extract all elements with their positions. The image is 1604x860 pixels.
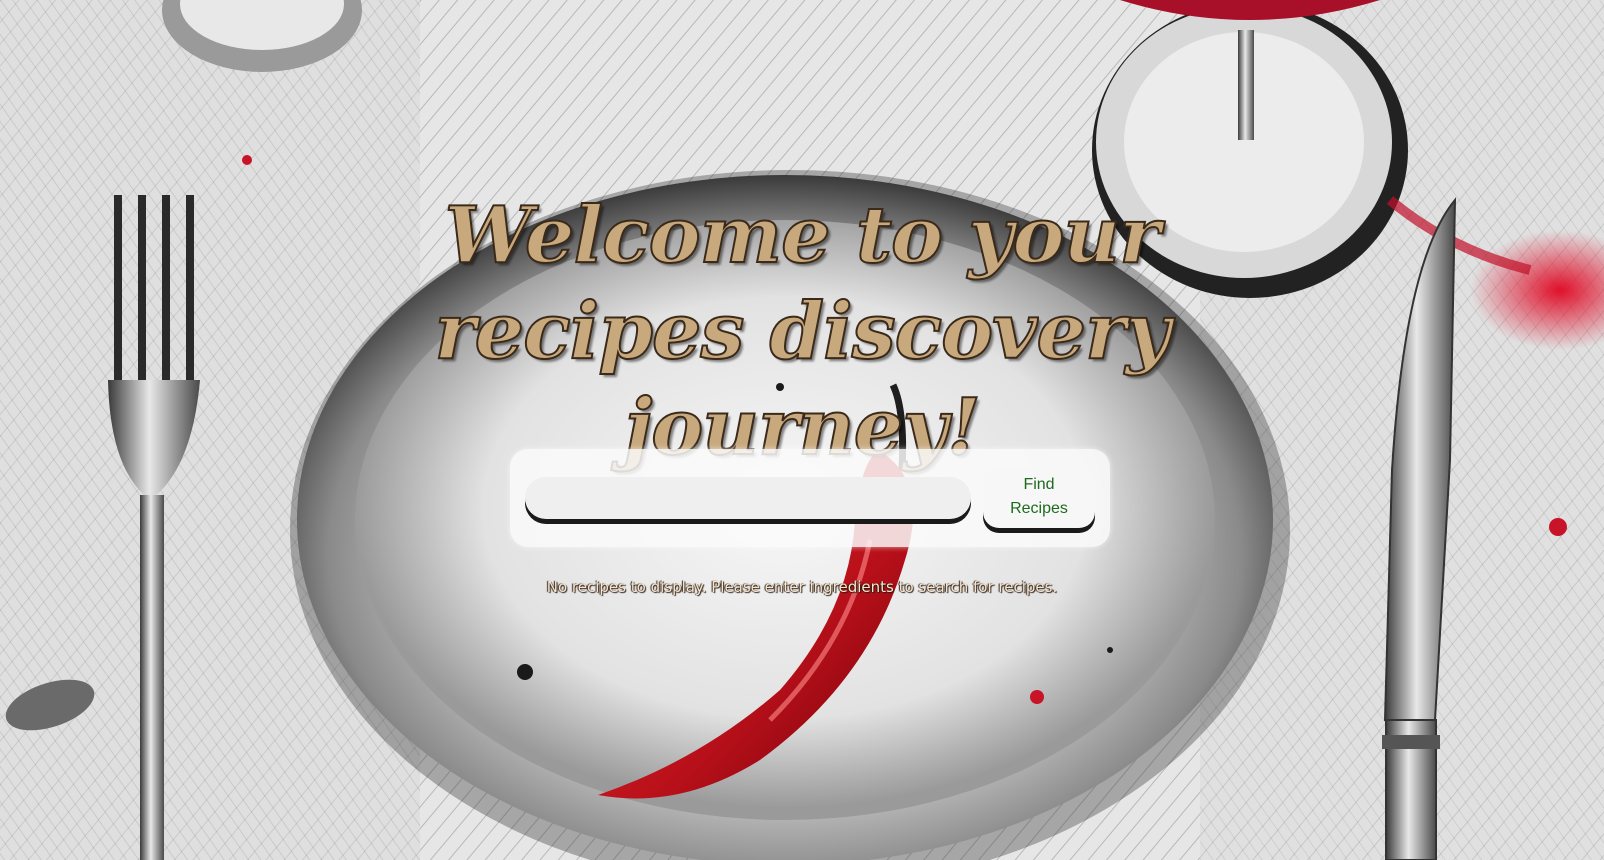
empty-results-message: No recipes to display. Please enter ingr… [546,578,1058,596]
search-panel: Find Recipes [510,449,1110,547]
ingredients-search-input[interactable] [525,477,971,519]
page-title: Welcome to your recipes discovery journe… [433,189,1171,474]
find-recipes-button[interactable]: Find Recipes [983,466,1095,528]
